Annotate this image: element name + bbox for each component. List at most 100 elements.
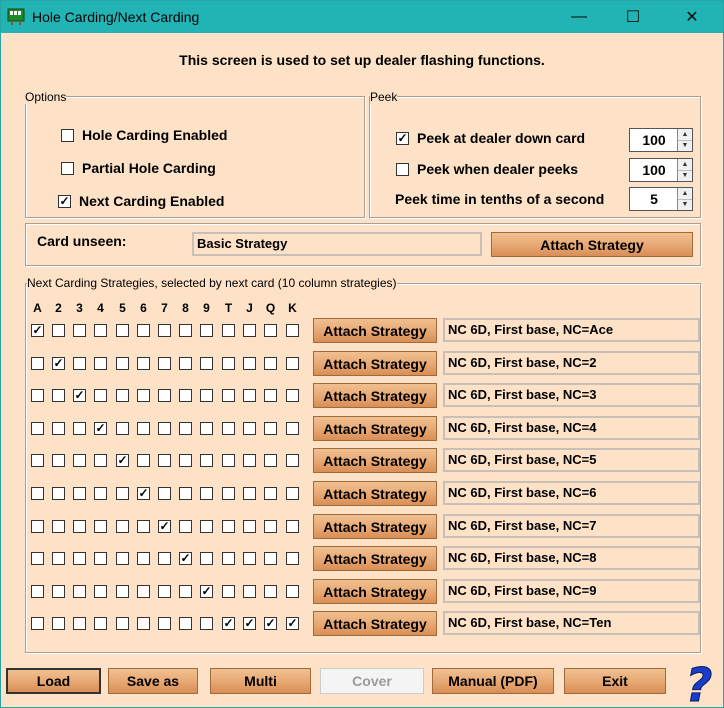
next-card-checkbox[interactable] xyxy=(286,487,299,500)
spinner-down-icon[interactable]: ▼ xyxy=(678,199,692,210)
next-card-checkbox[interactable] xyxy=(200,454,213,467)
next-card-checkbox[interactable] xyxy=(52,324,65,337)
next-card-checkbox[interactable] xyxy=(116,552,129,565)
next-card-checkbox[interactable] xyxy=(286,357,299,370)
partial-hole-checkbox[interactable] xyxy=(61,162,74,175)
next-card-checkbox[interactable] xyxy=(94,520,107,533)
next-card-checkbox[interactable] xyxy=(222,585,235,598)
next-card-checkbox[interactable] xyxy=(158,422,171,435)
attach-strategy-button[interactable]: Attach Strategy xyxy=(313,481,437,506)
next-card-checkbox[interactable] xyxy=(200,389,213,402)
next-card-checkbox[interactable] xyxy=(116,324,129,337)
next-card-checkbox[interactable] xyxy=(158,585,171,598)
peek-dealer-peeks-value[interactable]: 100 xyxy=(630,159,678,181)
next-card-checkbox[interactable] xyxy=(264,552,277,565)
next-card-checkbox[interactable] xyxy=(94,357,107,370)
card-unseen-strategy-field[interactable]: Basic Strategy xyxy=(192,232,482,256)
next-card-checkbox[interactable] xyxy=(200,520,213,533)
peek-down-card-checkbox[interactable]: ✓ xyxy=(396,132,409,145)
next-card-checkbox[interactable] xyxy=(286,552,299,565)
next-card-checkbox[interactable] xyxy=(243,487,256,500)
attach-strategy-button[interactable]: Attach Strategy xyxy=(313,318,437,343)
next-card-checkbox[interactable]: ✓ xyxy=(286,617,299,630)
next-card-checkbox[interactable] xyxy=(200,357,213,370)
next-card-checkbox[interactable] xyxy=(73,454,86,467)
next-card-checkbox[interactable] xyxy=(73,487,86,500)
next-card-checkbox[interactable]: ✓ xyxy=(94,422,107,435)
next-card-checkbox[interactable] xyxy=(73,324,86,337)
next-card-checkbox[interactable] xyxy=(222,422,235,435)
attach-strategy-button[interactable]: Attach Strategy xyxy=(313,448,437,473)
next-card-checkbox[interactable] xyxy=(264,520,277,533)
next-card-checkbox[interactable] xyxy=(243,422,256,435)
next-card-checkbox[interactable] xyxy=(137,422,150,435)
next-card-checkbox[interactable] xyxy=(52,487,65,500)
next-card-checkbox[interactable]: ✓ xyxy=(137,487,150,500)
next-card-checkbox[interactable] xyxy=(179,422,192,435)
next-card-checkbox[interactable] xyxy=(200,552,213,565)
next-card-checkbox[interactable] xyxy=(222,324,235,337)
next-card-checkbox[interactable] xyxy=(31,454,44,467)
next-card-checkbox[interactable] xyxy=(264,389,277,402)
next-card-checkbox[interactable] xyxy=(243,520,256,533)
next-card-checkbox[interactable] xyxy=(31,422,44,435)
next-card-checkbox[interactable] xyxy=(158,454,171,467)
next-card-checkbox[interactable] xyxy=(73,520,86,533)
next-card-checkbox[interactable]: ✓ xyxy=(31,324,44,337)
next-card-checkbox[interactable] xyxy=(52,552,65,565)
close-button[interactable]: ✕ xyxy=(669,1,715,33)
next-card-checkbox[interactable] xyxy=(116,487,129,500)
attach-strategy-button[interactable]: Attach Strategy xyxy=(313,579,437,604)
next-card-checkbox[interactable] xyxy=(52,454,65,467)
next-card-checkbox[interactable] xyxy=(137,454,150,467)
strategy-name-field[interactable]: NC 6D, First base, NC=8 xyxy=(443,546,700,570)
next-card-checkbox[interactable] xyxy=(137,552,150,565)
next-carding-checkbox[interactable]: ✓ xyxy=(58,195,71,208)
next-card-checkbox[interactable] xyxy=(179,324,192,337)
help-question-icon[interactable]: ? xyxy=(680,661,718,705)
next-card-checkbox[interactable] xyxy=(286,585,299,598)
next-card-checkbox[interactable] xyxy=(264,454,277,467)
attach-strategy-button[interactable]: Attach Strategy xyxy=(313,351,437,376)
next-card-checkbox[interactable] xyxy=(94,552,107,565)
next-card-checkbox[interactable] xyxy=(200,617,213,630)
next-card-checkbox[interactable] xyxy=(73,585,86,598)
next-card-checkbox[interactable] xyxy=(31,585,44,598)
strategy-name-field[interactable]: NC 6D, First base, NC=5 xyxy=(443,448,700,472)
maximize-button[interactable]: ☐ xyxy=(610,1,656,33)
next-card-checkbox[interactable] xyxy=(158,324,171,337)
next-card-checkbox[interactable] xyxy=(137,617,150,630)
next-card-checkbox[interactable] xyxy=(31,520,44,533)
next-card-checkbox[interactable] xyxy=(243,324,256,337)
spinner-down-icon[interactable]: ▼ xyxy=(678,170,692,181)
next-card-checkbox[interactable]: ✓ xyxy=(116,454,129,467)
next-card-checkbox[interactable] xyxy=(52,520,65,533)
next-card-checkbox[interactable] xyxy=(222,389,235,402)
next-card-checkbox[interactable] xyxy=(116,422,129,435)
next-card-checkbox[interactable] xyxy=(73,552,86,565)
peek-dealer-peeks-spinner[interactable]: 100 ▲ ▼ xyxy=(629,158,693,182)
next-card-checkbox[interactable] xyxy=(137,520,150,533)
next-card-checkbox[interactable] xyxy=(222,552,235,565)
next-card-checkbox[interactable] xyxy=(264,357,277,370)
load-button[interactable]: Load xyxy=(6,668,101,694)
multi-button[interactable]: Multi xyxy=(210,668,311,694)
next-card-checkbox[interactable] xyxy=(286,422,299,435)
next-card-checkbox[interactable] xyxy=(158,357,171,370)
peek-down-card-value[interactable]: 100 xyxy=(630,129,678,151)
attach-strategy-button[interactable]: Attach Strategy xyxy=(313,383,437,408)
card-unseen-attach-strategy-button[interactable]: Attach Strategy xyxy=(491,232,693,257)
next-card-checkbox[interactable]: ✓ xyxy=(73,389,86,402)
next-card-checkbox[interactable] xyxy=(116,357,129,370)
next-card-checkbox[interactable] xyxy=(73,422,86,435)
strategy-name-field[interactable]: NC 6D, First base, NC=6 xyxy=(443,481,700,505)
next-card-checkbox[interactable] xyxy=(243,585,256,598)
next-card-checkbox[interactable] xyxy=(94,487,107,500)
next-card-checkbox[interactable] xyxy=(243,454,256,467)
next-card-checkbox[interactable] xyxy=(243,552,256,565)
next-card-checkbox[interactable] xyxy=(116,617,129,630)
next-card-checkbox[interactable]: ✓ xyxy=(52,357,65,370)
strategy-name-field[interactable]: NC 6D, First base, NC=2 xyxy=(443,351,700,375)
next-card-checkbox[interactable] xyxy=(94,454,107,467)
next-card-checkbox[interactable] xyxy=(158,487,171,500)
